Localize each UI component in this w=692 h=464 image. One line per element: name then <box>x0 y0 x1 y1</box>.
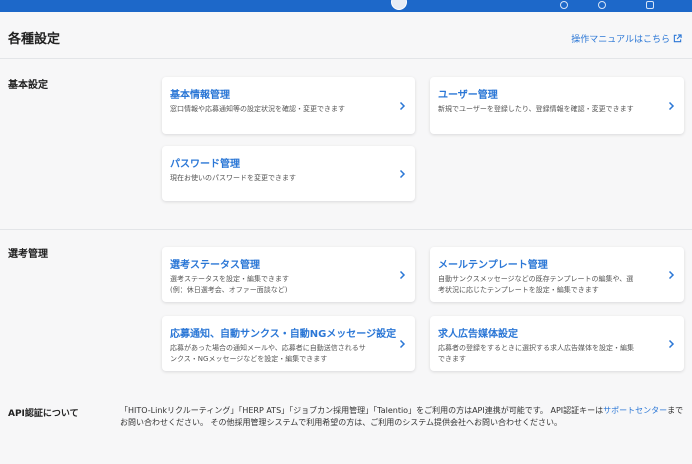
card-selection-status[interactable]: 選考ステータス管理 選考ステータスを設定・編集できます (例：休日選考会、オファ… <box>162 247 415 302</box>
menu-icon[interactable] <box>646 1 654 9</box>
card-title: パスワード管理 <box>170 159 240 170</box>
api-label: API認証について <box>8 409 79 419</box>
card-title: メールテンプレート管理 <box>438 260 548 271</box>
card-user-management[interactable]: ユーザー管理 新規でユーザーを登録したり、登録情報を確認・変更できます <box>430 77 684 134</box>
page-title: 各種設定 <box>8 32 61 47</box>
card-title: 求人広告媒体設定 <box>438 329 518 340</box>
card-mail-template[interactable]: メールテンプレート管理 自動サンクスメッセージなどの既存テンプレートの編集や、選… <box>430 247 684 302</box>
card-title: 応募通知、自動サンクス・自動NGメッセージ設定 <box>170 329 397 340</box>
top-bar <box>0 0 692 12</box>
manual-link[interactable]: 操作マニュアルはこちら <box>571 32 682 45</box>
section-label-selection: 選考管理 <box>8 249 48 260</box>
chevron-right-icon <box>399 339 406 348</box>
card-basic-info[interactable]: 基本情報管理 窓口情報や応募通知等の設定状況を確認・変更できます <box>162 77 415 134</box>
card-password-management[interactable]: パスワード管理 現在お使いのパスワードを変更できます <box>162 146 415 201</box>
support-center-link[interactable]: サポートセンター <box>603 406 667 415</box>
manual-link-label: 操作マニュアルはこちら <box>571 35 670 45</box>
notification-icon[interactable] <box>598 1 606 9</box>
card-title: 基本情報管理 <box>170 90 230 101</box>
api-text-before: 「HITO-Linkリクルーティング」「HERP ATS」「ジョブカン採用管理」… <box>120 406 604 415</box>
external-link-icon <box>673 34 682 43</box>
card-desc: 現在お使いのパスワードを変更できます <box>170 174 296 182</box>
card-desc: ンクス・NGメッセージなどを設定・編集できます <box>170 355 328 363</box>
card-desc: 考状況に応じたテンプレートを設定・編集できます <box>438 286 599 294</box>
api-text: 「HITO-Linkリクルーティング」「HERP ATS」「ジョブカン採用管理」… <box>120 405 686 429</box>
card-job-ad-media[interactable]: 求人広告媒体設定 応募者の登録をするときに選択する求人広告媒体を設定・編集 でき… <box>430 316 684 371</box>
card-title: ユーザー管理 <box>438 90 498 101</box>
chevron-right-icon <box>399 169 406 178</box>
chevron-right-icon <box>668 101 675 110</box>
section-label-basic: 基本設定 <box>8 80 48 91</box>
user-avatar[interactable] <box>391 0 407 10</box>
chevron-right-icon <box>399 270 406 279</box>
card-desc: 新規でユーザーを登録したり、登録情報を確認・変更できます <box>438 105 634 113</box>
card-desc: (例：休日選考会、オファー面談など) <box>170 286 288 294</box>
card-notification-settings[interactable]: 応募通知、自動サンクス・自動NGメッセージ設定 応募があった場合の通知メールや、… <box>162 316 415 371</box>
card-desc: 選考ステータスを設定・編集できます <box>170 275 289 283</box>
chevron-right-icon <box>668 270 675 279</box>
chevron-right-icon <box>399 101 406 110</box>
card-desc: 応募があった場合の通知メールや、応募者に自動送信されるサ <box>170 344 366 352</box>
card-desc: 自動サンクスメッセージなどの既存テンプレートの編集や、選 <box>438 275 634 283</box>
help-icon[interactable] <box>560 1 568 9</box>
divider <box>0 58 692 59</box>
card-desc: 窓口情報や応募通知等の設定状況を確認・変更できます <box>170 105 345 113</box>
card-desc: 応募者の登録をするときに選択する求人広告媒体を設定・編集 <box>438 344 634 352</box>
card-desc: できます <box>438 355 466 363</box>
card-title: 選考ステータス管理 <box>170 260 260 271</box>
divider <box>0 229 692 230</box>
chevron-right-icon <box>668 339 675 348</box>
